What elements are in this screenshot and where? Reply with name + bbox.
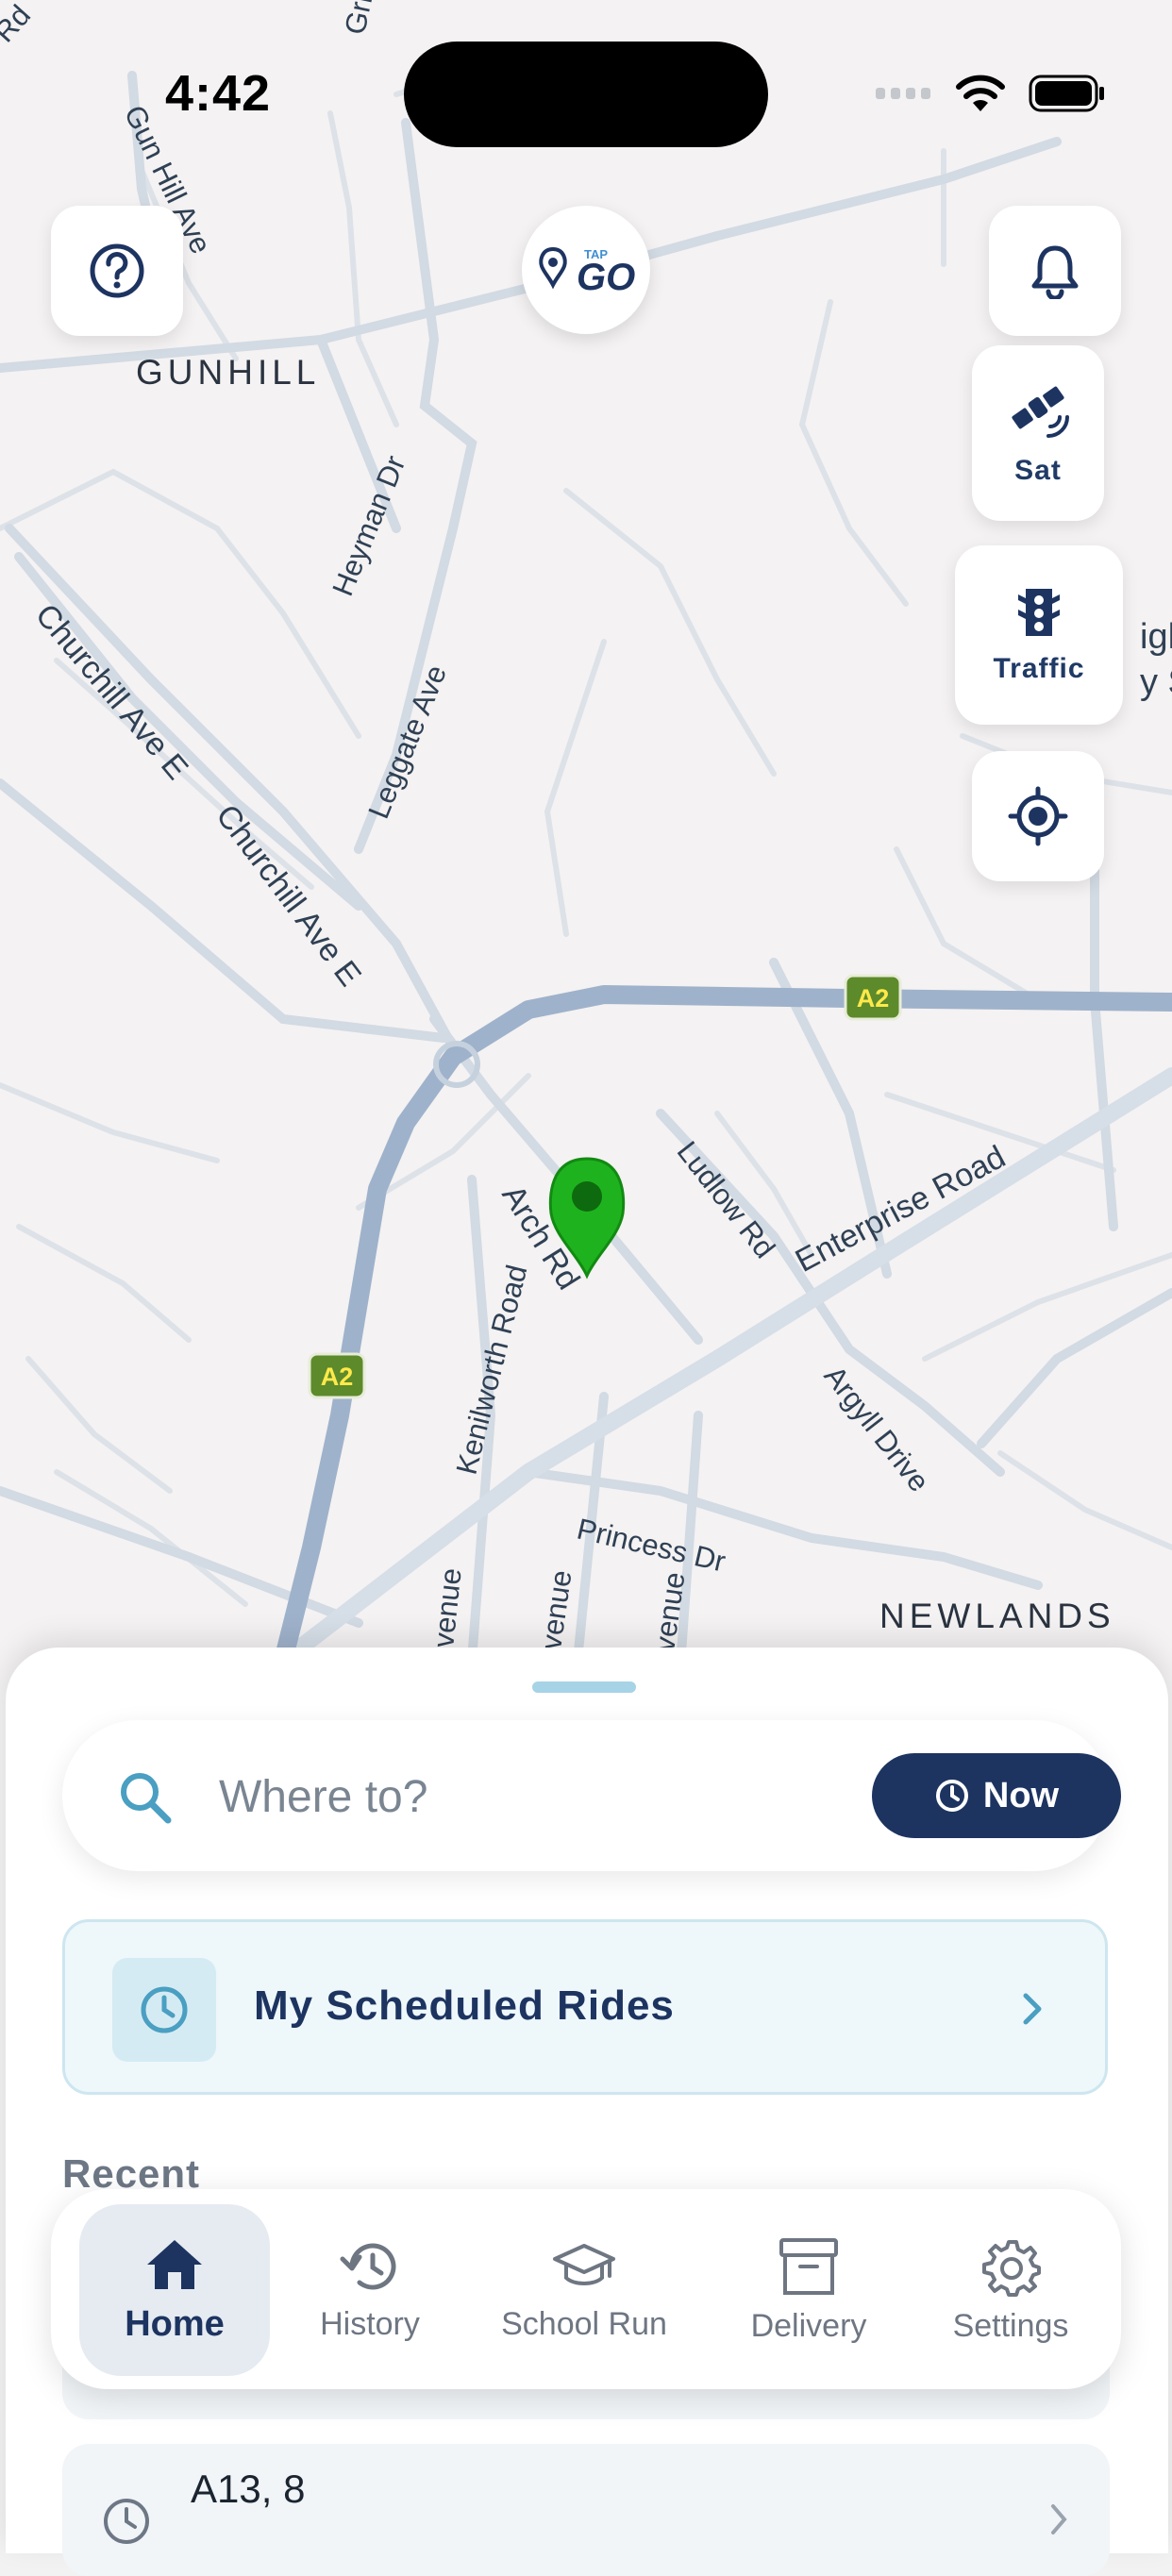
traffic-label: Traffic	[993, 653, 1085, 684]
route-shield: A2	[844, 974, 902, 1021]
nav-label: School Run	[501, 2305, 667, 2342]
nav-label: Home	[125, 2303, 225, 2344]
home-icon	[147, 2239, 202, 2289]
wifi-icon	[956, 75, 1005, 111]
search-input[interactable]: Where to?	[219, 1771, 427, 1823]
map-road-label: igh	[1140, 617, 1172, 657]
map-area-label: GUNHILL	[136, 353, 321, 392]
notifications-button[interactable]	[989, 206, 1121, 336]
nav-label: Settings	[952, 2307, 1069, 2344]
clock-icon	[104, 2499, 149, 2544]
status-icons	[876, 74, 1106, 113]
scheduled-rides-card[interactable]: My Scheduled Rides	[62, 1919, 1108, 2095]
search-bar[interactable]: Where to? Now	[62, 1720, 1121, 1871]
nav-label: Delivery	[750, 2307, 867, 2344]
archive-box-icon	[779, 2237, 838, 2295]
sheet-drag-handle[interactable]	[532, 1681, 636, 1693]
cellular-signal-icon	[876, 88, 930, 99]
app-logo: TAP GO	[522, 206, 650, 334]
question-circle-icon	[90, 243, 144, 298]
now-label: Now	[982, 1775, 1060, 1815]
satellite-toggle-button[interactable]: Sat	[972, 345, 1104, 521]
search-icon	[121, 1773, 172, 1824]
scheduled-rides-label: My Scheduled Rides	[254, 1982, 675, 2029]
svg-text:A2: A2	[857, 984, 890, 1012]
battery-icon	[1029, 75, 1104, 112]
help-button[interactable]	[51, 206, 183, 336]
traffic-toggle-button[interactable]: Traffic	[955, 545, 1123, 725]
dynamic-island	[404, 42, 768, 147]
gear-icon	[982, 2239, 1041, 2297]
route-shield: A2	[308, 1352, 366, 1399]
schedule-now-button[interactable]: Now	[872, 1753, 1121, 1838]
recent-list-item[interactable]: A13, 8	[62, 2444, 1110, 2576]
crosshair-icon	[1008, 786, 1068, 846]
map-area-label: NEWLANDS	[879, 1597, 1115, 1635]
status-time: 4:42	[165, 65, 272, 122]
nav-delivery[interactable]: Delivery	[719, 2204, 898, 2376]
graduation-cap-icon	[553, 2243, 615, 2285]
logo-text: GO	[577, 257, 636, 298]
bottom-navigation: Home History School Run Delivery Setting…	[51, 2189, 1121, 2389]
history-icon	[340, 2243, 396, 2290]
satellite-icon	[1012, 386, 1069, 438]
locate-me-button[interactable]	[972, 751, 1104, 881]
traffic-light-icon	[1018, 589, 1060, 636]
nav-school-run[interactable]: School Run	[472, 2204, 696, 2376]
svg-text:A2: A2	[321, 1363, 354, 1391]
map-road-label: y S	[1140, 662, 1172, 702]
satellite-label: Sat	[1014, 455, 1062, 486]
scheduled-clock-badge	[112, 1958, 216, 2062]
nav-settings[interactable]: Settings	[923, 2204, 1098, 2376]
recent-item-label: A13, 8	[191, 2467, 306, 2511]
clock-icon	[935, 1780, 968, 1812]
nav-label: History	[320, 2305, 420, 2342]
nav-home[interactable]: Home	[79, 2204, 270, 2376]
nav-history[interactable]: History	[289, 2204, 451, 2376]
clock-icon	[141, 1986, 188, 2033]
bell-icon	[1031, 245, 1079, 299]
chevron-right-icon	[1023, 1993, 1042, 2025]
chevron-right-icon	[1051, 2504, 1067, 2534]
